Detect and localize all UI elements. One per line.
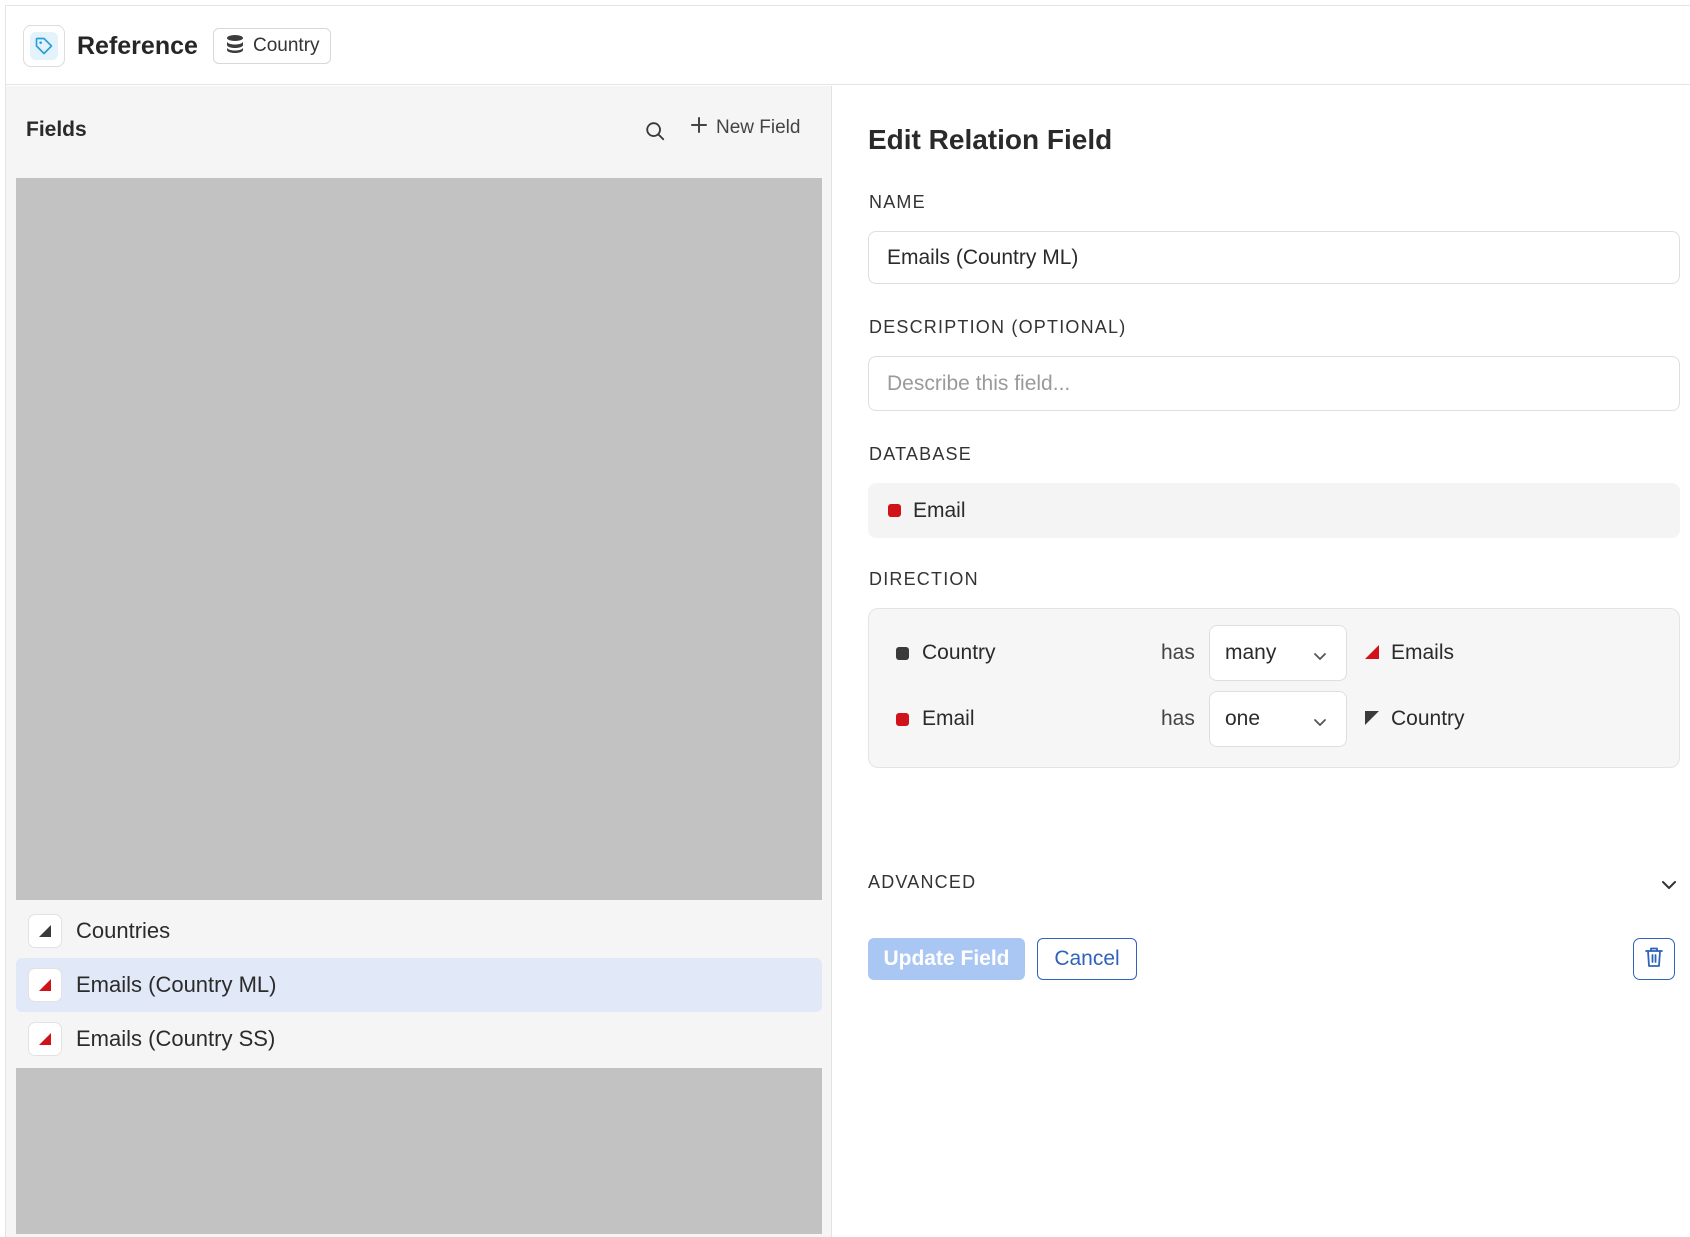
database-color-dot [888,504,901,517]
chevron-down-icon [1660,876,1678,899]
description-input[interactable] [868,356,1680,411]
page-title: Reference [77,32,198,60]
fields-title: Fields [26,118,87,141]
tag-button[interactable] [23,25,65,67]
relation-icon [28,914,62,948]
chevron-down-icon [1312,646,1328,670]
source-color-dot [896,712,909,726]
chevron-down-icon [1312,712,1328,736]
database-chip[interactable]: Country [213,28,331,64]
relation-icon [28,1022,62,1056]
placeholder-block [16,1068,822,1234]
field-item-label: Countries [76,918,171,943]
fields-header: Fields New Field [6,86,831,178]
database-label: DATABASE [869,444,972,464]
direction-box: Country has many Emails Email has one Co… [868,608,1680,768]
top-bar: Reference Country [6,6,1690,85]
advanced-toggle[interactable]: ADVANCED [868,872,1680,902]
direction-target: Emails [1365,625,1454,681]
name-label: NAME [869,192,926,212]
relation-icon [1365,707,1379,731]
app-window: Reference Country Fields New Field Count… [5,5,1690,1237]
database-icon [226,34,244,59]
direction-target-label: Emails [1391,641,1455,664]
fields-sidebar: Fields New Field Countries Emails (Count… [6,86,832,1237]
field-item-label: Emails (Country ML) [76,972,277,997]
direction-source: Country [896,625,996,681]
cardinality-value: one [1225,707,1261,730]
direction-label: DIRECTION [869,569,979,589]
source-color-dot [896,646,909,660]
direction-verb: has [1161,641,1195,664]
database-chip-label: Country [253,35,320,56]
direction-source-label: Country [922,641,996,664]
cardinality-value: many [1225,641,1277,664]
delete-button[interactable] [1633,938,1675,980]
direction-target: Country [1365,691,1465,747]
cardinality-select[interactable]: one [1209,691,1347,747]
field-item-label: Emails (Country SS) [76,1026,276,1051]
trash-icon [1644,946,1664,973]
search-icon[interactable] [642,118,668,144]
direction-row: Email has one Country [869,691,1679,747]
description-label: DESCRIPTION (OPTIONAL) [869,317,1127,337]
direction-verb: has [1161,707,1195,730]
database-field: Email [868,483,1680,538]
field-item-emails-country-ss[interactable]: Emails (Country SS) [16,1012,822,1066]
tag-icon [30,32,58,60]
name-input[interactable] [868,231,1680,284]
update-field-button[interactable]: Update Field [868,938,1025,980]
direction-row: Country has many Emails [869,625,1679,681]
direction-source-label: Email [922,707,975,730]
placeholder-block [16,178,822,900]
direction-target-label: Country [1391,707,1465,730]
cardinality-select[interactable]: many [1209,625,1347,681]
database-value: Email [913,498,966,522]
new-field-button[interactable]: New Field [690,116,800,140]
new-field-label: New Field [716,117,801,138]
relation-icon [1365,641,1379,665]
cancel-button[interactable]: Cancel [1037,938,1137,980]
advanced-label: ADVANCED [868,872,977,892]
edit-field-panel: Edit Relation Field NAME DESCRIPTION (OP… [833,86,1690,1237]
relation-icon [28,968,62,1002]
panel-title: Edit Relation Field [868,124,1113,155]
field-list: Countries Emails (Country ML) Emails (Co… [16,904,822,1066]
direction-source: Email [896,691,975,747]
field-item-emails-country-ml[interactable]: Emails (Country ML) [16,958,822,1012]
field-item-countries[interactable]: Countries [16,904,822,958]
plus-icon [690,116,708,140]
